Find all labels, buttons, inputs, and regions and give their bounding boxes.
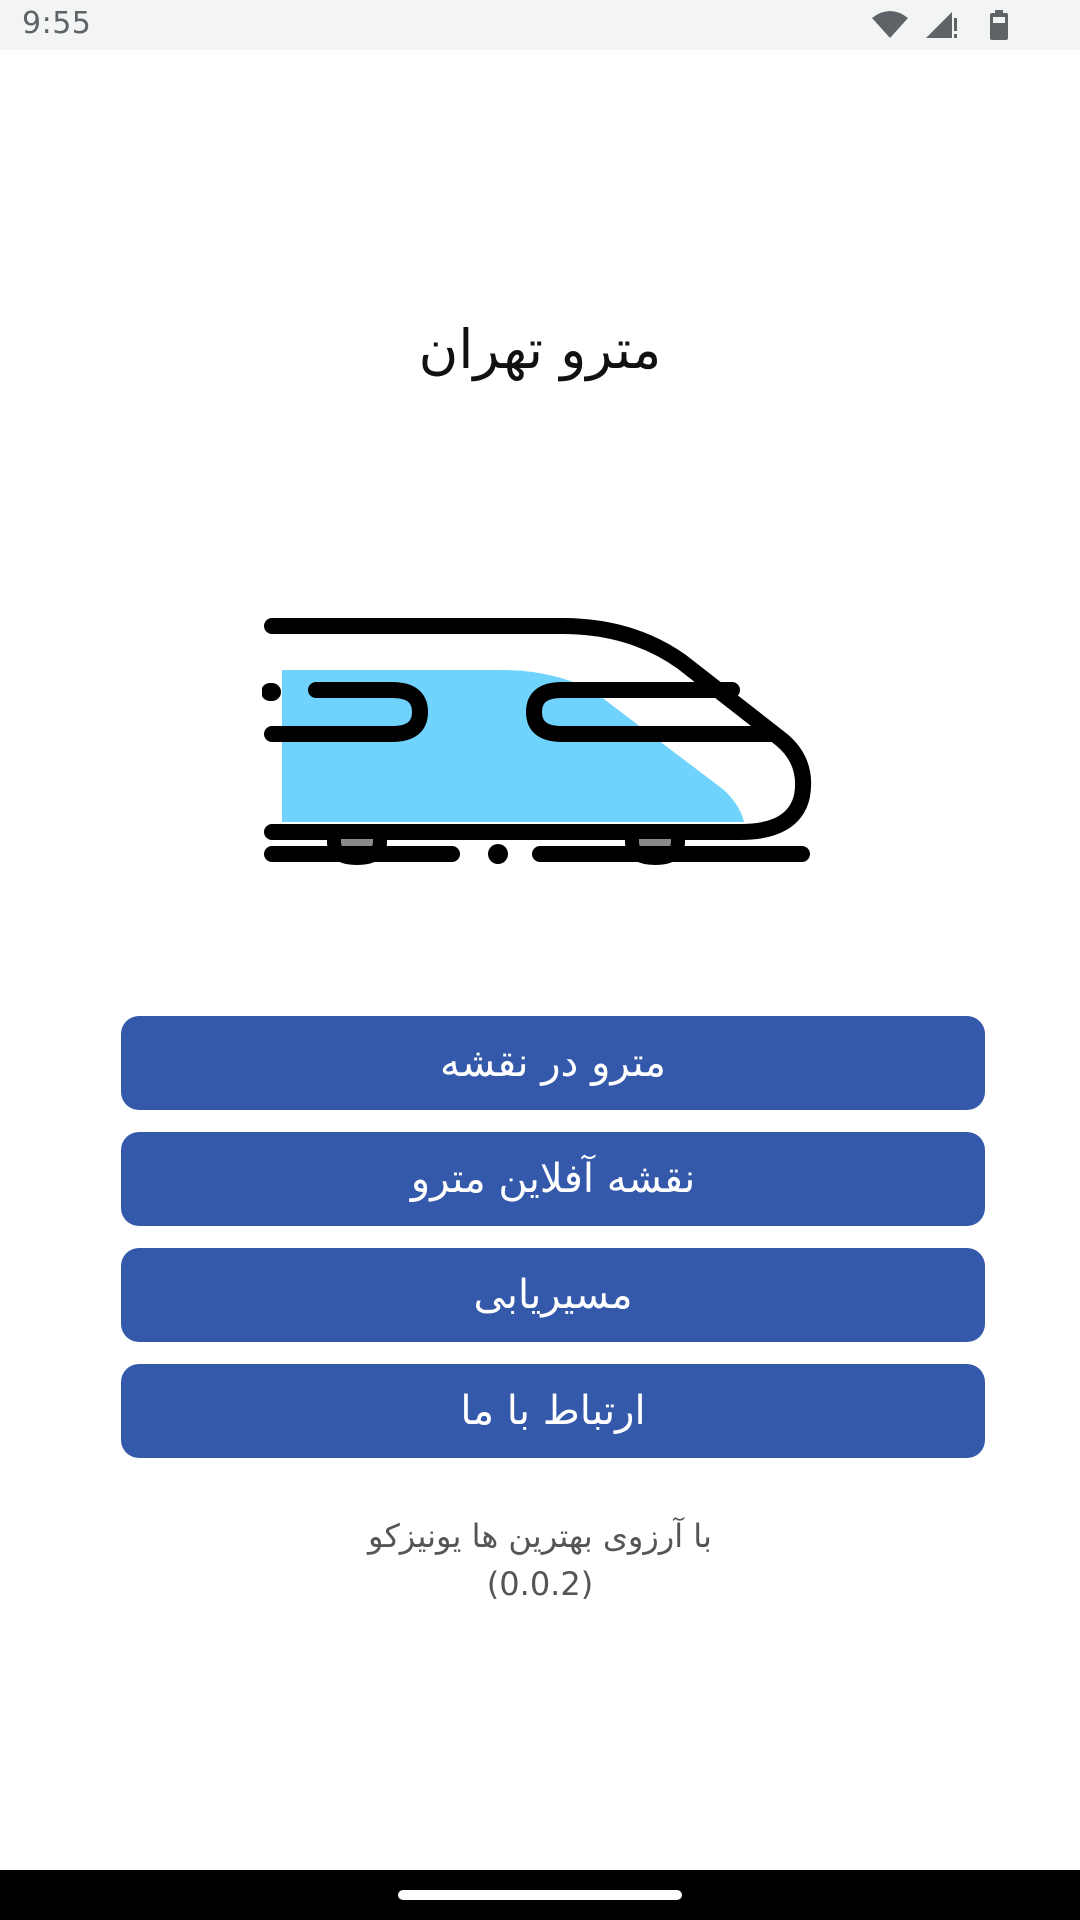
footer: با آرزوی بهترین ها یونیزکو (0.0.2) xyxy=(0,1512,1080,1608)
train-icon xyxy=(262,618,812,865)
route-finder-button[interactable]: مسیریابی xyxy=(121,1248,985,1342)
home-gesture-handle[interactable] xyxy=(398,1890,682,1900)
app-title: مترو تهران xyxy=(418,318,662,381)
battery-icon xyxy=(990,10,1008,40)
footer-tagline: با آرزوی بهترین ها یونیزکو xyxy=(368,1517,712,1555)
train-rail-dot xyxy=(488,844,508,864)
contact-us-button[interactable]: ارتباط با ما xyxy=(121,1364,985,1458)
offline-metro-map-button[interactable]: نقشه آفلاین مترو xyxy=(121,1132,985,1226)
navigation-bar xyxy=(0,1870,1080,1920)
wifi-icon xyxy=(872,11,908,38)
status-time: 9:55 xyxy=(22,6,92,41)
app-screen: 9:55 مترو تهران مترو در نقشه نقشه آفلاین… xyxy=(0,0,1080,1920)
main-menu: مترو در نقشه نقشه آفلاین مترو مسیریابی ا… xyxy=(121,1016,985,1458)
metro-on-map-button[interactable]: مترو در نقشه xyxy=(121,1016,985,1110)
status-bar: 9:55 xyxy=(0,0,1080,50)
app-version: (0.0.2) xyxy=(486,1565,594,1603)
cellular-signal-icon xyxy=(926,12,957,38)
